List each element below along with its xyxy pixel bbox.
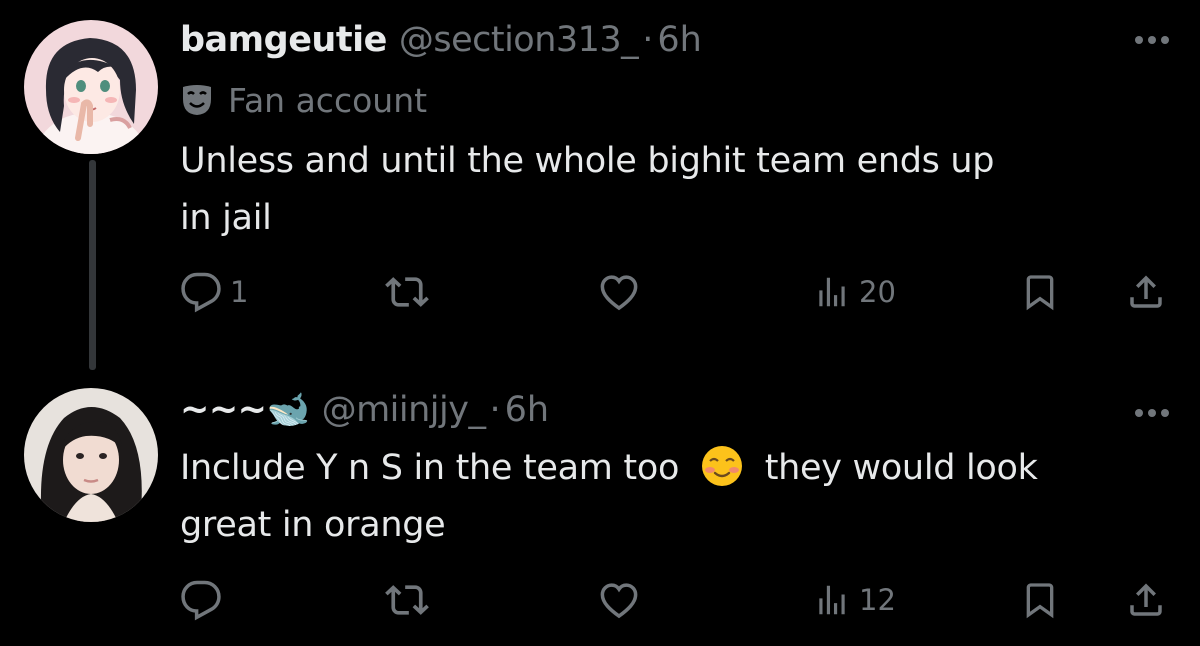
retweet-button[interactable] — [385, 267, 429, 317]
timestamp[interactable]: 6h — [505, 390, 549, 430]
display-name[interactable]: bamgeutie — [180, 20, 387, 60]
share-icon — [1130, 275, 1162, 308]
tweet-text: Include Y n S in the team too they would… — [180, 440, 1170, 554]
action-bar: 1 20 — [180, 267, 1175, 317]
tweet-header: bamgeutie @section313_ · 6h — [180, 18, 702, 62]
views-button[interactable]: 20 — [813, 267, 896, 317]
reply-button[interactable]: 1 — [180, 267, 248, 317]
more-icon[interactable] — [1134, 408, 1170, 418]
theater-mask-icon — [183, 85, 211, 115]
bookmark-button[interactable] — [1020, 267, 1060, 317]
bookmark-button[interactable] — [1020, 575, 1060, 625]
action-bar: 12 — [180, 575, 1175, 625]
tweet[interactable]: bamgeutie @section313_ · 6h Fan account Unl… — [0, 0, 1200, 345]
bookmark-icon — [1026, 583, 1054, 619]
retweet-button[interactable] — [385, 575, 429, 625]
tweet-text-line: Unless and until the whole bighit team e… — [180, 141, 995, 181]
share-button[interactable] — [1125, 575, 1167, 625]
handle[interactable]: @miinjjy_ — [322, 390, 486, 430]
tweet-text-line: Include Y n S in the team too they would… — [180, 440, 1170, 497]
separator-dot: · — [642, 20, 654, 60]
tweet-header: ~~~🐋 @miinjjy_ · 6h — [180, 388, 549, 432]
share-button[interactable] — [1125, 267, 1167, 317]
display-name[interactable]: ~~~🐋 — [180, 390, 310, 430]
views-button[interactable]: 12 — [813, 575, 896, 625]
timestamp[interactable]: 6h — [657, 20, 701, 60]
views-count: 20 — [859, 275, 896, 309]
more-icon[interactable] — [1134, 35, 1170, 45]
like-button[interactable] — [598, 575, 640, 625]
text-after-emoji: they would look — [764, 448, 1038, 488]
text-before-emoji: Include Y n S in the team too — [180, 448, 680, 488]
like-icon — [600, 583, 638, 619]
like-icon — [600, 275, 638, 311]
retweet-icon — [385, 585, 429, 615]
avatar[interactable] — [24, 20, 158, 154]
tweet-text: Unless and until the whole bighit team e… — [180, 133, 1170, 247]
like-button[interactable] — [598, 267, 640, 317]
tweet-text-line: in jail — [180, 198, 272, 238]
label-text: Fan account — [228, 80, 428, 120]
bookmark-icon — [1026, 275, 1054, 311]
reply-icon — [181, 272, 221, 313]
tweet[interactable]: ~~~🐋 @miinjjy_ · 6h Include Y n S in the te… — [0, 345, 1200, 646]
fan-account-label: Fan account — [180, 78, 427, 122]
retweet-icon — [385, 277, 429, 307]
tweet-text-line: great in orange — [180, 505, 446, 545]
reply-count: 1 — [230, 275, 249, 309]
views-count: 12 — [859, 583, 896, 617]
smiling-face-emoji — [701, 446, 742, 486]
share-icon — [1130, 583, 1162, 616]
separator-dot: · — [489, 390, 501, 430]
views-icon — [819, 277, 845, 307]
reply-button[interactable] — [180, 575, 230, 625]
handle[interactable]: @section313_ — [399, 20, 639, 60]
views-icon — [819, 585, 845, 615]
avatar[interactable] — [24, 388, 158, 522]
reply-icon — [181, 580, 221, 621]
